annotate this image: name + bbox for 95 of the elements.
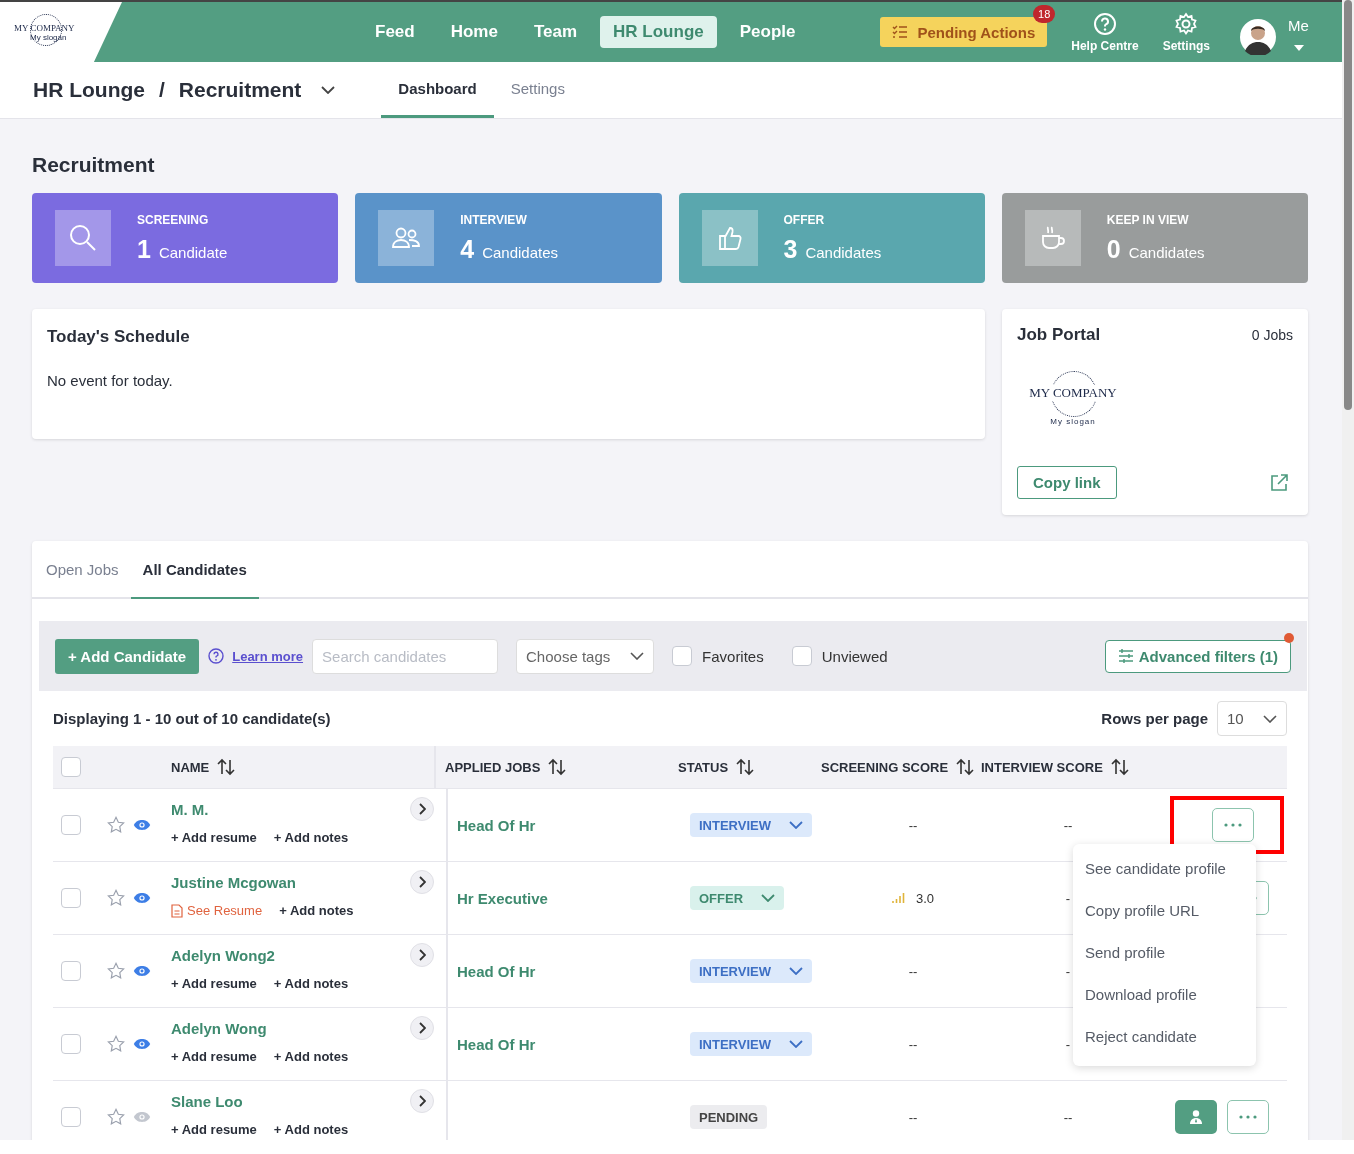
screening-score: -- [908,817,918,833]
applied-job-link[interactable]: Hr Executive [457,889,548,907]
screening-score: 3.0 [915,890,935,906]
interview-score: - [1065,1036,1071,1052]
add-resume-link[interactable]: + Add resume [171,976,257,991]
menu-item[interactable]: Reject candidate [1073,1018,1256,1060]
job-count: 0 Jobs [1251,327,1293,343]
company-logo[interactable]: MY COMPANY My slogan [0,2,122,62]
add-notes-link[interactable]: + Add notes [273,976,349,991]
nav-tab[interactable]: People [726,16,809,48]
stage-unit: Candidates [1128,243,1205,261]
add-resume-link[interactable]: + Add resume [171,830,257,845]
candidate-name[interactable]: M. M. [171,800,209,818]
applied-job-link[interactable]: Head Of Hr [457,816,536,834]
stage-unit: Candidate [158,243,228,261]
settings-link[interactable]: Settings [1162,11,1210,53]
status-dropdown[interactable]: PENDING [690,1105,768,1129]
tags-dropdown[interactable]: Choose tags [516,638,655,674]
stage-title: KEEP IN VIEW [1106,212,1190,227]
interview-score: - [1065,890,1071,906]
page-tab[interactable]: Settings [493,62,582,118]
stage-card[interactable]: OFFER 3 Candidates [678,193,985,283]
rows-per-page-label: Rows per page [1101,710,1208,727]
card-title: Job Portal [1017,325,1101,345]
page-heading: Recruitment [32,153,156,177]
add-candidate-button[interactable]: + Add Candidate [55,638,200,674]
candidates-tab[interactable]: Open Jobs [34,541,131,599]
learn-more-link[interactable]: Learn more [232,648,304,664]
add-notes-link[interactable]: + Add notes [273,1049,349,1064]
column-header[interactable]: NAME [171,759,210,775]
add-resume-link[interactable]: + Add resume [171,1122,257,1137]
column-header[interactable]: APPLIED JOBS [445,759,541,775]
breadcrumb-page: Recruitment [178,78,302,102]
menu-item[interactable]: Send profile [1073,934,1256,976]
stage-card[interactable]: SCREENING 1 Candidate [32,193,339,283]
screening-score: -- [908,1109,918,1125]
stage-count: 3 [783,234,798,264]
status-dropdown[interactable]: INTERVIEW [690,813,812,837]
screening-score: -- [908,963,918,979]
column-header[interactable]: INTERVIEW SCORE [981,759,1103,775]
status-dropdown[interactable]: INTERVIEW [690,1032,812,1056]
pending-actions-button[interactable]: Pending Actions [880,17,1048,47]
copy-link-button[interactable]: Copy link [1017,466,1117,499]
notification-badge: 18 [1033,5,1056,23]
stage-card[interactable]: INTERVIEW 4 Candidates [355,193,662,283]
nav-tab[interactable]: HR Lounge [600,16,717,48]
menu-item[interactable]: Download profile [1073,976,1256,1018]
company-logo: MY COMPANY My slogan [1025,371,1121,431]
applied-job-link[interactable]: Head Of Hr [457,962,536,980]
nav-tab[interactable]: Team [520,16,591,48]
menu-item[interactable]: Copy profile URL [1073,892,1256,934]
interview-score: -- [1063,1109,1073,1125]
page-tab[interactable]: Dashboard [381,62,494,118]
add-notes-link[interactable]: + Add notes [279,903,354,918]
candidate-name[interactable]: Justine Mcgowan [171,873,297,891]
status-dropdown[interactable]: INTERVIEW [690,959,812,983]
add-resume-link[interactable]: + Add resume [171,1049,257,1064]
results-summary: Displaying 1 - 10 out of 10 candidate(s) [53,710,331,727]
stage-title: INTERVIEW [460,212,528,227]
stage-count: 1 [137,234,151,264]
interview-score: -- [1063,817,1073,833]
candidates-tab[interactable]: All Candidates [130,541,259,599]
applied-job-link[interactable]: Head Of Hr [457,1035,536,1053]
see-resume-link[interactable]: See Resume [171,903,263,918]
stage-unit: Candidates [805,243,882,261]
stage-title: SCREENING [137,212,210,227]
add-notes-link[interactable]: + Add notes [273,1122,349,1137]
stage-count: 0 [1106,234,1121,264]
stage-count: 4 [460,234,475,264]
nav-tab[interactable]: Feed [362,16,428,48]
screening-score: -- [908,1036,918,1052]
stage-unit: Candidates [482,243,559,261]
card-title: Today's Schedule [47,327,191,347]
column-header[interactable]: SCREENING SCORE [821,759,949,775]
filter-label[interactable]: Favorites [702,647,764,665]
interview-score: - [1065,963,1071,979]
breadcrumb-separator: / [159,78,165,102]
stage-title: OFFER [783,212,826,227]
rows-per-page-select[interactable]: 10 [1217,701,1287,736]
advanced-filters-button[interactable]: Advanced filters (1) [1104,639,1291,673]
help-link[interactable]: Help Centre [1071,11,1139,53]
menu-item[interactable]: See candidate profile [1073,850,1256,892]
user-name[interactable]: Me [1287,17,1309,34]
stage-card[interactable]: KEEP IN VIEW 0 Candidates [1001,193,1308,283]
status-dropdown[interactable]: OFFER [690,886,785,910]
column-header[interactable]: STATUS [678,759,729,775]
empty-message: No event for today. [47,372,174,389]
nav-tab[interactable]: Home [437,16,511,48]
candidate-name[interactable]: Adelyn Wong2 [171,946,275,964]
candidate-name[interactable]: Slane Loo [171,1092,243,1110]
search-field[interactable]: Search candidates [312,638,499,674]
breadcrumb-section[interactable]: HR Lounge [33,78,145,102]
candidate-name[interactable]: Adelyn Wong [171,1019,267,1037]
add-notes-link[interactable]: + Add notes [273,830,349,845]
filter-label[interactable]: Unviewed [821,647,888,665]
